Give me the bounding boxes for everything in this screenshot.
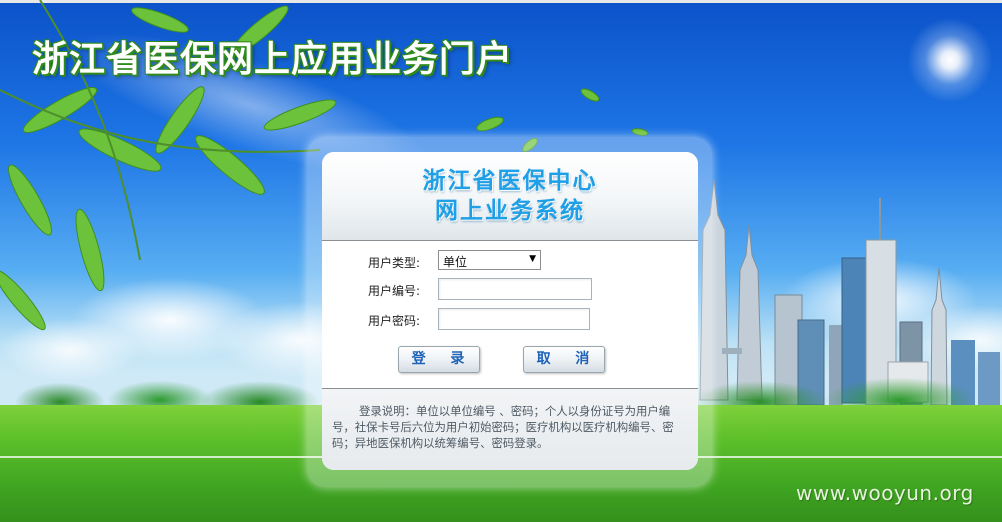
- system-title-line1: 浙江省医保中心: [422, 168, 598, 194]
- login-panel-header: 浙江省医保中心 网上业务系统: [322, 152, 698, 241]
- login-button[interactable]: 登 录: [398, 346, 480, 373]
- login-note-area: 登录说明：单位以单位编号 、密码；个人以身份证号为用户编号，社保卡号后六位为用户…: [322, 388, 698, 470]
- user-id-row: 用户编号:: [322, 278, 698, 302]
- user-type-selected-value: 单位: [443, 255, 468, 269]
- system-title: 浙江省医保中心 网上业务系统: [322, 166, 698, 226]
- password-input[interactable]: [438, 308, 590, 330]
- user-type-label: 用户类型:: [368, 256, 421, 270]
- user-type-select[interactable]: 单位 ▼: [438, 250, 541, 270]
- portal-title: 浙江省医保网上应用业务门户: [32, 38, 514, 80]
- login-panel: 浙江省医保中心 网上业务系统 用户类型: 单位 ▼ 用户编号: 用户密码: 登 …: [322, 152, 698, 470]
- dropdown-arrow-icon: ▼: [529, 254, 536, 264]
- password-row: 用户密码:: [322, 308, 698, 332]
- system-title-line2: 网上业务系统: [435, 198, 585, 224]
- user-id-label: 用户编号:: [368, 284, 421, 298]
- login-form: 用户类型: 单位 ▼ 用户编号: 用户密码:: [322, 241, 698, 387]
- cancel-button[interactable]: 取 消: [523, 346, 605, 373]
- watermark-text: www.wooyun.org: [796, 481, 974, 505]
- user-type-row: 用户类型: 单位 ▼: [322, 250, 698, 274]
- user-id-input[interactable]: [438, 278, 592, 300]
- password-label: 用户密码:: [368, 314, 421, 328]
- login-instructions: 登录说明：单位以单位编号 、密码；个人以身份证号为用户编号，社保卡号后六位为用户…: [332, 404, 674, 450]
